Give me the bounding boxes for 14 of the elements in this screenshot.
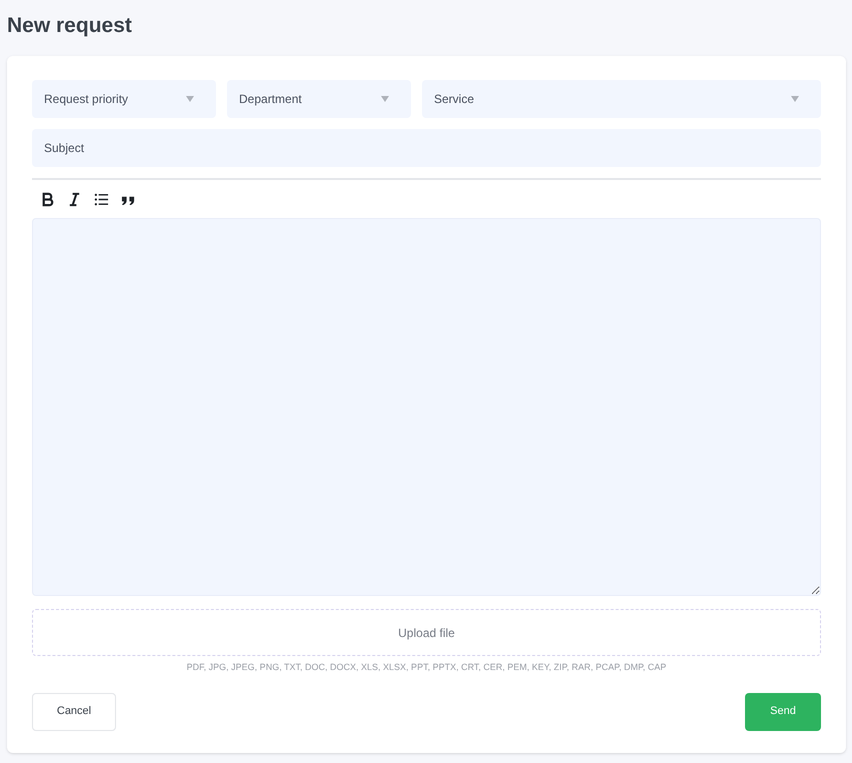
caret-icon [186, 96, 194, 102]
cancel-button[interactable]: Cancel [32, 692, 116, 730]
list-icon[interactable] [94, 192, 109, 206]
caret-icon [791, 96, 799, 102]
dropdown-select[interactable]: Request priority [32, 80, 216, 118]
allowed-formats: PDF, JPG, JPEG, PNG, TXT, DOC, DOCX, XLS, XLSX, PPT, PPTX, CRT, CER, PEM, KEY, ZIP, RAR, PCAP, DMP, CAP [186, 661, 668, 674]
dropdown-select[interactable]: Department [227, 80, 411, 118]
bold-icon[interactable] [40, 192, 55, 206]
italic-icon[interactable] [67, 192, 82, 206]
caret-icon [381, 96, 389, 102]
subject-field[interactable]: Subject [32, 129, 821, 167]
dropdown-select[interactable]: Service [422, 80, 821, 118]
page-title: New request [7, 13, 132, 39]
upload-dropzone[interactable]: Upload file [32, 609, 821, 656]
